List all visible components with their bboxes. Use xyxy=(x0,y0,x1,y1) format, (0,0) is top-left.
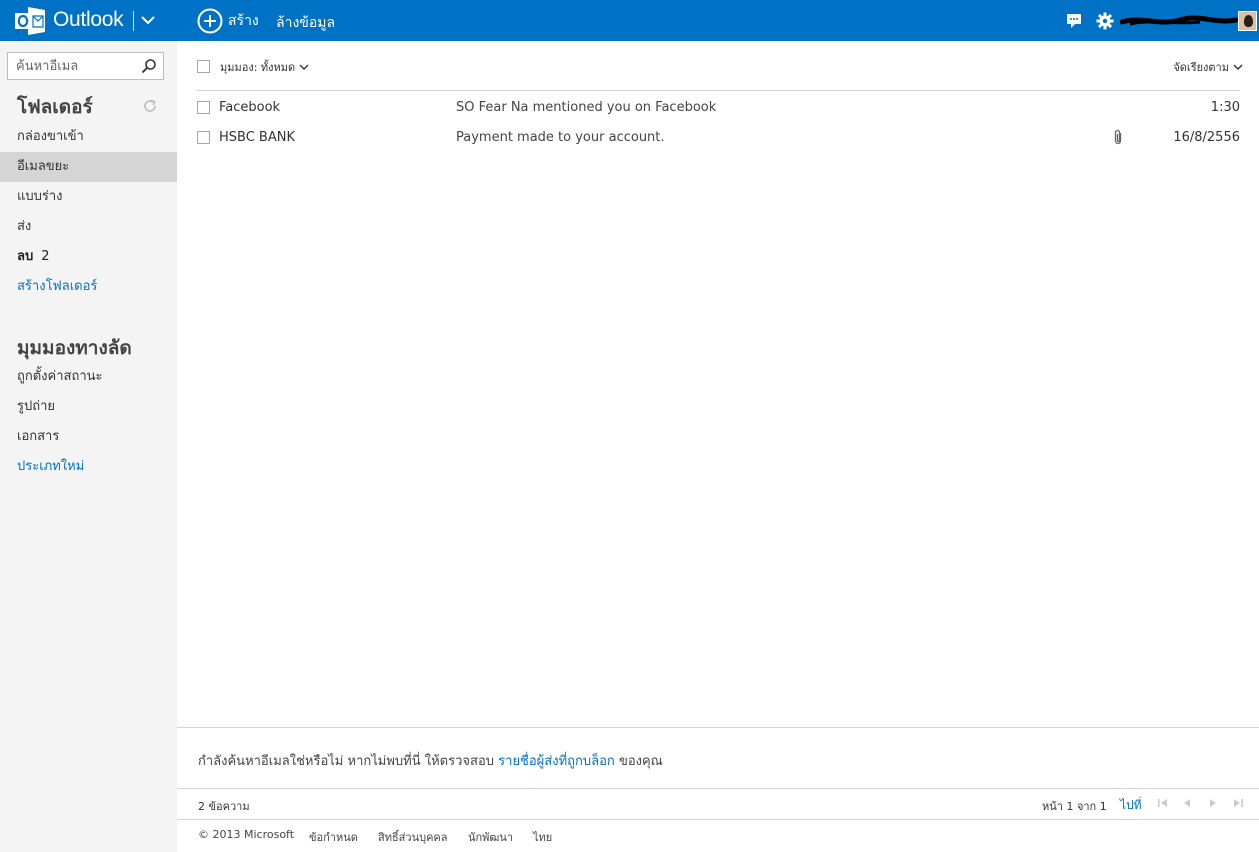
blocked-senders-link[interactable]: รายชื่อผู้ส่งที่ถูกบล็อก xyxy=(498,754,615,769)
first-page-icon[interactable] xyxy=(1157,797,1169,809)
divider xyxy=(196,90,1240,91)
top-bar: Outlook สร้าง ล้างข้อมูล xyxy=(0,0,1259,41)
last-page-icon[interactable] xyxy=(1232,797,1244,809)
search-box xyxy=(7,52,164,80)
language-link[interactable]: ไทย xyxy=(533,828,552,846)
privacy-link[interactable]: สิทธิ์ส่วนบุคคล xyxy=(378,828,448,846)
user-name-redacted[interactable] xyxy=(1120,14,1238,28)
new-category-link[interactable]: ประเภทใหม่ xyxy=(0,452,177,482)
view-filter-dropdown[interactable]: มุมมอง: ทั้งหมด xyxy=(220,58,309,76)
sidebar-item-sent[interactable]: ส่ง xyxy=(0,212,177,242)
unread-count-badge: 2 xyxy=(41,249,50,264)
new-message-label: สร้าง xyxy=(228,13,259,29)
new-message-button[interactable]: สร้าง xyxy=(197,8,259,34)
junk-notice: กำลังค้นหาอีเมลใช่หรือไม่ หากไม่พบที่นี่… xyxy=(198,750,663,771)
sidebar-item-label: เอกสาร xyxy=(17,429,60,444)
sidebar-item-label: ถูกตั้งค่าสถานะ xyxy=(17,369,103,384)
copyright-text: © 2013 Microsoft xyxy=(198,828,295,841)
terms-link[interactable]: ข้อกำหนด xyxy=(309,828,358,846)
message-subject: SO Fear Na mentioned you on Facebook xyxy=(456,100,717,115)
page-indicator: หน้า 1 จาก 1 xyxy=(1042,800,1107,813)
sidebar-item-label: กล่องขาเข้า xyxy=(17,129,84,144)
sort-dropdown[interactable]: จัดเรียงตาม xyxy=(1173,58,1243,76)
sidebar-item-label: อีเมลขยะ xyxy=(17,159,70,174)
outlook-logo-icon[interactable] xyxy=(14,6,46,36)
sidebar-item-label: ลบ xyxy=(17,249,34,264)
chevron-down-icon xyxy=(1233,64,1243,70)
sidebar-item-label: รูปถ่าย xyxy=(17,399,56,414)
message-sender: HSBC BANK xyxy=(219,130,295,145)
sidebar-item-flagged[interactable]: ถูกตั้งค่าสถานะ xyxy=(0,362,177,392)
sidebar-item-label: ประเภทใหม่ xyxy=(17,459,85,474)
sidebar-item-junk[interactable]: อีเมลขยะ xyxy=(0,152,177,182)
sidebar-item-label: ส่ง xyxy=(17,219,32,234)
search-input[interactable] xyxy=(8,53,136,79)
sidebar-item-deleted[interactable]: ลบ 2 xyxy=(0,242,177,272)
divider xyxy=(177,819,1259,820)
sidebar-item-photos[interactable]: รูปถ่าย xyxy=(0,392,177,422)
gear-icon[interactable] xyxy=(1096,12,1114,30)
message-date: 1:30 xyxy=(1210,100,1240,115)
next-page-icon[interactable] xyxy=(1207,797,1219,809)
sidebar-item-inbox[interactable]: กล่องขาเข้า xyxy=(0,122,177,152)
message-row[interactable]: HSBC BANK Payment made to your account. … xyxy=(177,122,1259,152)
message-checkbox[interactable] xyxy=(197,101,210,114)
message-list-pane: มุมมอง: ทั้งหมด จัดเรียงตาม Facebook SO … xyxy=(177,41,1259,852)
search-icon[interactable] xyxy=(141,58,157,74)
message-sender: Facebook xyxy=(219,100,281,115)
plus-circle-icon xyxy=(197,8,223,34)
select-all-checkbox[interactable] xyxy=(197,60,210,73)
goto-page-link[interactable]: ไปที่ xyxy=(1120,796,1142,815)
sidebar-item-documents[interactable]: เอกสาร xyxy=(0,422,177,452)
message-checkbox[interactable] xyxy=(197,131,210,144)
sidebar: โฟลเดอร์ กล่องขาเข้า อีเมลขยะ แบบร่าง ส่… xyxy=(0,41,177,852)
clear-button[interactable]: ล้างข้อมูล xyxy=(276,12,335,34)
message-date: 16/8/2556 xyxy=(1173,130,1240,145)
developers-link[interactable]: นักพัฒนา xyxy=(468,828,513,846)
message-subject: Payment made to your account. xyxy=(456,130,665,145)
junk-notice-prefix: กำลังค้นหาอีเมลใช่หรือไม่ หากไม่พบที่นี่… xyxy=(198,754,495,769)
folders-heading[interactable]: โฟลเดอร์ xyxy=(17,92,93,122)
divider xyxy=(177,727,1259,728)
junk-notice-suffix: ของคุณ xyxy=(618,754,663,769)
quick-views-heading[interactable]: มุมมองทางลัด xyxy=(17,333,132,363)
divider xyxy=(177,788,1259,789)
new-folder-link[interactable]: สร้างโฟลเดอร์ xyxy=(0,272,177,302)
divider xyxy=(133,11,134,31)
sidebar-item-label: แบบร่าง xyxy=(17,189,63,204)
chevron-down-icon xyxy=(299,64,309,70)
chevron-down-icon[interactable] xyxy=(140,12,156,28)
sidebar-item-label: สร้างโฟลเดอร์ xyxy=(17,279,98,294)
app-name[interactable]: Outlook xyxy=(53,8,124,32)
sidebar-item-drafts[interactable]: แบบร่าง xyxy=(0,182,177,212)
attachment-icon xyxy=(1114,129,1122,145)
message-row[interactable]: Facebook SO Fear Na mentioned you on Fac… xyxy=(177,92,1259,122)
sort-label: จัดเรียงตาม xyxy=(1173,61,1229,74)
avatar[interactable] xyxy=(1238,11,1257,31)
message-count: 2 ข้อความ xyxy=(198,800,250,813)
previous-page-icon[interactable] xyxy=(1181,797,1193,809)
view-filter-label: มุมมอง: ทั้งหมด xyxy=(220,61,296,74)
chat-icon[interactable] xyxy=(1066,13,1082,29)
refresh-icon[interactable] xyxy=(142,98,158,114)
